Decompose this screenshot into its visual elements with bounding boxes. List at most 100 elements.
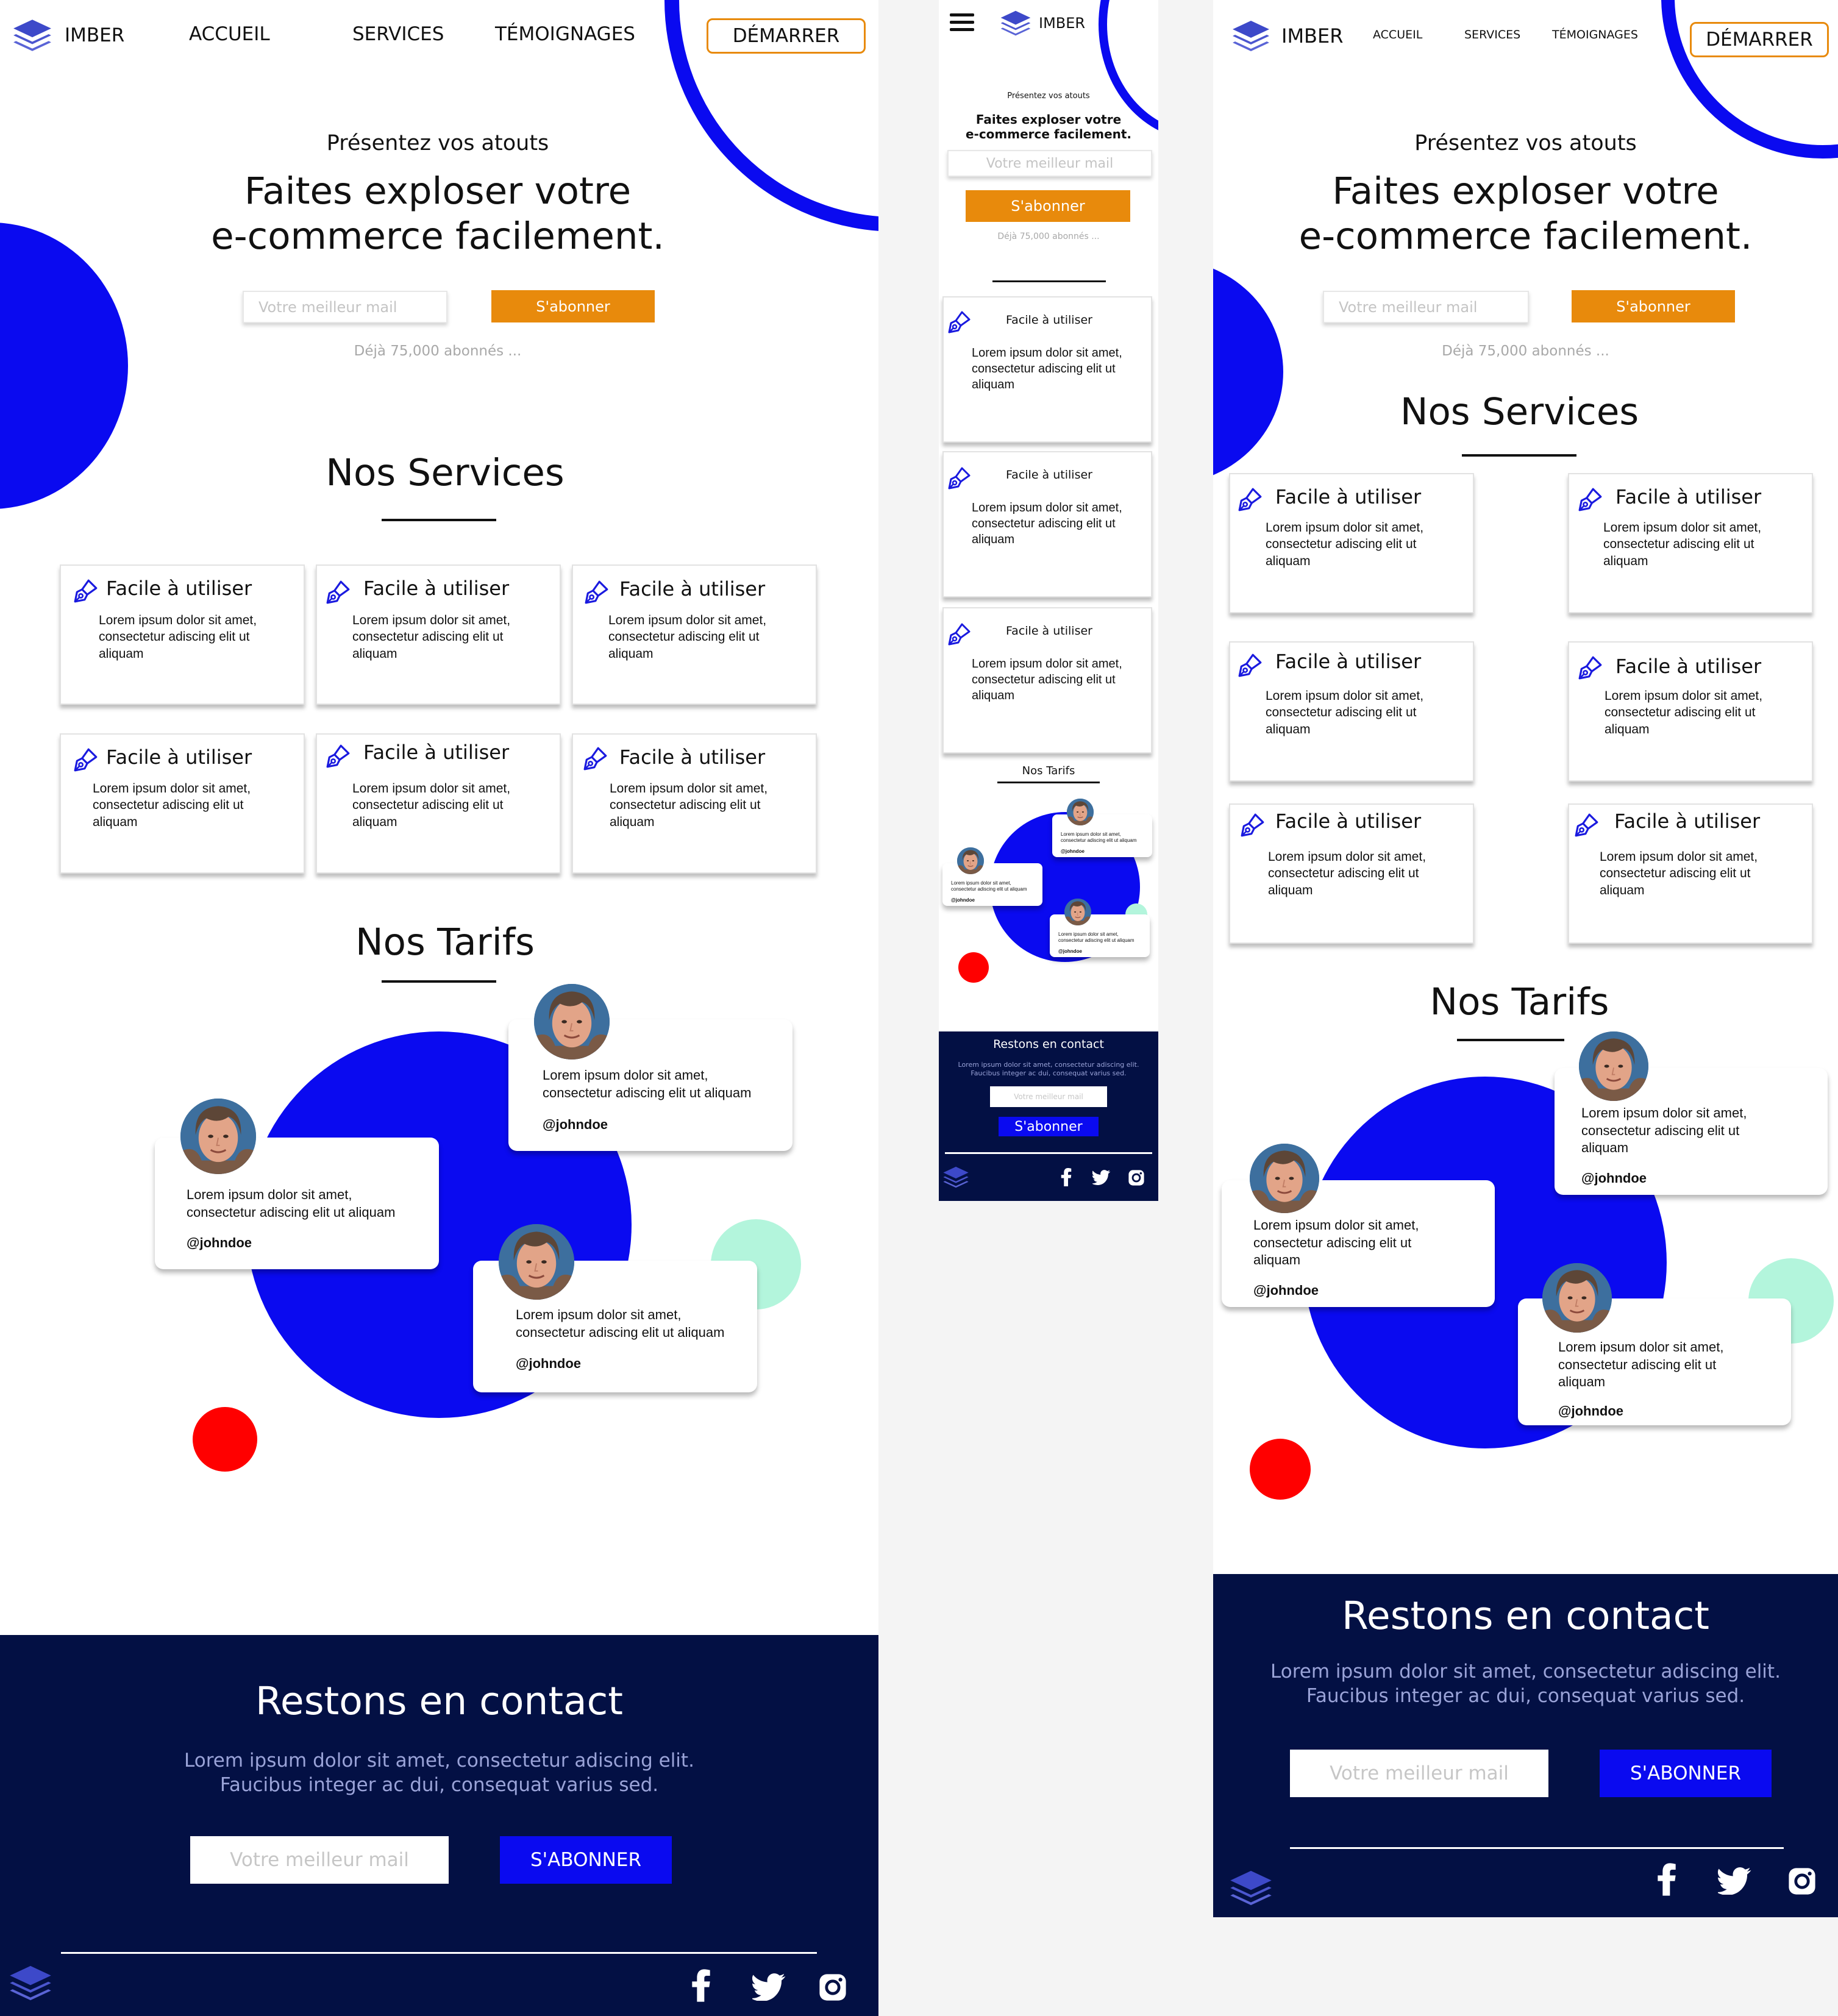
hero-subscribe-button[interactable]: S'abonner [966, 190, 1130, 222]
pen-nib-icon [947, 310, 972, 334]
avatar [1067, 799, 1094, 825]
nav-accueil[interactable]: ACCUEIL [1373, 28, 1422, 41]
service-card[interactable]: Facile à utiliser Lorem ipsum dolor sit … [942, 451, 1152, 597]
brand-logo[interactable]: IMBER [1000, 10, 1085, 37]
pricing-title-underline [997, 782, 1100, 783]
nav-temoignages[interactable]: TÉMOIGNAGES [495, 23, 635, 45]
hero-email-input[interactable]: Votre meilleur mail [1323, 291, 1529, 323]
nav-services[interactable]: SERVICES [352, 23, 444, 45]
instagram-icon[interactable] [1787, 1867, 1817, 1896]
service-card-title: Facile à utiliser [363, 741, 510, 764]
facebook-icon[interactable] [691, 1969, 711, 2002]
layers-logo-icon[interactable] [942, 1166, 969, 1189]
start-button[interactable]: DÉMARRER [707, 18, 866, 54]
pen-nib-icon [73, 747, 99, 772]
decor-circle-left [0, 223, 128, 509]
footer-email-input[interactable]: Votre meilleur mail [990, 1086, 1107, 1107]
nav-temoignages[interactable]: TÉMOIGNAGES [1552, 28, 1638, 41]
start-button[interactable]: DÉMARRER [1690, 22, 1829, 57]
layers-logo-icon[interactable] [9, 1964, 52, 2002]
service-card-title: Facile à utiliser [1006, 468, 1092, 482]
footer-subscribe-button[interactable]: S'ABONNER [500, 1836, 672, 1884]
footer: Restons en contact Lorem ipsum dolor sit… [939, 1031, 1158, 1201]
tablet-frame: IMBER ACCUEIL SERVICES TÉMOIGNAGES DÉMAR… [1213, 0, 1838, 1917]
hero-subscribe-button[interactable]: S'abonner [1572, 290, 1735, 322]
brand-logo[interactable]: IMBER [1231, 20, 1343, 52]
service-card[interactable]: Facile à utiliser Lorem ipsum dolor sit … [1229, 641, 1474, 782]
service-card[interactable]: Facile à utiliser Lorem ipsum dolor sit … [316, 565, 561, 705]
avatar [1579, 1031, 1648, 1101]
nav-services[interactable]: SERVICES [1464, 28, 1520, 41]
testimonial-text: Lorem ipsum dolor sit amet, consectetur a… [516, 1307, 725, 1340]
service-card-text: Lorem ipsum dolor sit amet, consectetur a… [972, 346, 1122, 391]
pen-nib-icon [584, 579, 610, 605]
service-card-text: Lorem ipsum dolor sit amet, consectetur a… [99, 613, 257, 661]
service-card[interactable]: Facile à utiliser Lorem ipsum dolor sit … [1568, 473, 1813, 613]
footer-email-input[interactable]: Votre meilleur mail [190, 1836, 449, 1884]
layers-logo-icon[interactable] [1229, 1869, 1273, 1907]
footer-divider [61, 1952, 817, 1954]
avatar [1064, 899, 1091, 925]
service-card-text: Lorem ipsum dolor sit amet, consectetur a… [972, 501, 1122, 546]
footer-subscribe-button[interactable]: S'ABONNER [1600, 1750, 1772, 1797]
avatar [499, 1224, 574, 1300]
twitter-icon[interactable] [1092, 1169, 1111, 1185]
layers-logo-icon [12, 18, 52, 52]
pen-nib-icon [1240, 812, 1266, 838]
hero-title-line1: Faites exploser votre [1332, 169, 1719, 213]
testimonial-handle: @johndoe [951, 897, 975, 903]
service-card[interactable]: Facile à utiliser Lorem ipsum dolor sit … [942, 296, 1152, 443]
pricing-title: Nos Tarifs [355, 921, 535, 964]
service-card[interactable]: Facile à utiliser Lorem ipsum dolor sit … [1568, 803, 1813, 944]
testimonial-handle: @johndoe [543, 1117, 608, 1132]
footer-divider [945, 1152, 1152, 1154]
instagram-icon[interactable] [1128, 1169, 1145, 1186]
hamburger-menu-icon[interactable] [950, 13, 974, 32]
service-card[interactable]: Facile à utiliser Lorem ipsum dolor sit … [572, 565, 817, 705]
service-card[interactable]: Facile à utiliser Lorem ipsum dolor sit … [60, 565, 305, 705]
avatar [180, 1099, 256, 1174]
brand-logo[interactable]: IMBER [12, 18, 124, 52]
service-card-title: Facile à utiliser [1615, 485, 1762, 508]
twitter-icon[interactable] [1718, 1867, 1752, 1895]
services-title-underline [382, 519, 496, 521]
service-card[interactable]: Facile à utiliser Lorem ipsum dolor sit … [1229, 473, 1474, 613]
instagram-icon[interactable] [818, 1973, 847, 2002]
service-card[interactable]: Facile à utiliser Lorem ipsum dolor sit … [1229, 803, 1474, 944]
service-card[interactable]: Facile à utiliser Lorem ipsum dolor sit … [1568, 641, 1813, 782]
red-circle [958, 952, 989, 983]
facebook-icon[interactable] [1061, 1168, 1072, 1186]
testimonial-text: Lorem ipsum dolor sit amet, consectetur a… [951, 880, 1027, 892]
testimonial-handle: @johndoe [187, 1235, 252, 1250]
pen-nib-icon [1578, 486, 1603, 512]
service-card[interactable]: Facile à utiliser Lorem ipsum dolor sit … [60, 733, 305, 874]
twitter-icon[interactable] [752, 1973, 786, 2001]
services-title: Nos Services [1400, 390, 1639, 433]
hero-subscribers: Déjà 75,000 abonnés ... [997, 232, 1100, 241]
layers-logo-icon [1000, 10, 1031, 37]
decor-circle-left [1213, 259, 1283, 485]
hero-email-input[interactable]: Votre meilleur mail [947, 150, 1152, 177]
pen-nib-icon [583, 746, 608, 771]
services-title: Nos Services [326, 451, 565, 494]
footer-subscribe-button[interactable]: S'abonner [999, 1117, 1099, 1136]
service-card-title: Facile à utiliser [106, 577, 252, 600]
testimonial-text: Lorem ipsum dolor sit amet, consectetur a… [1581, 1105, 1747, 1156]
pen-nib-icon [1238, 486, 1263, 512]
hero-subscribers: Déjà 75,000 abonnés ... [1442, 343, 1609, 359]
hero-subscribe-button[interactable]: S'abonner [491, 290, 655, 322]
mobile-frame: IMBER Présentez vos atouts Faites explos… [939, 0, 1158, 1201]
footer-email-input[interactable]: Votre meilleur mail [1290, 1750, 1548, 1797]
facebook-icon[interactable] [1657, 1863, 1676, 1896]
service-card-text: Lorem ipsum dolor sit amet, consectetur a… [1266, 521, 1424, 568]
service-card-title: Facile à utiliser [106, 746, 252, 769]
service-card[interactable]: Facile à utiliser Lorem ipsum dolor sit … [942, 607, 1152, 753]
service-card-title: Facile à utiliser [1615, 655, 1762, 678]
service-card[interactable]: Facile à utiliser Lorem ipsum dolor sit … [316, 733, 561, 874]
pricing-title: Nos Tarifs [1430, 980, 1609, 1024]
footer: Restons en contact Lorem ipsum dolor sit… [0, 1635, 878, 2016]
service-card-text: Lorem ipsum dolor sit amet, consectetur a… [93, 782, 251, 829]
service-card[interactable]: Facile à utiliser Lorem ipsum dolor sit … [572, 733, 817, 874]
nav-accueil[interactable]: ACCUEIL [189, 23, 270, 45]
hero-email-input[interactable]: Votre meilleur mail [243, 291, 447, 323]
